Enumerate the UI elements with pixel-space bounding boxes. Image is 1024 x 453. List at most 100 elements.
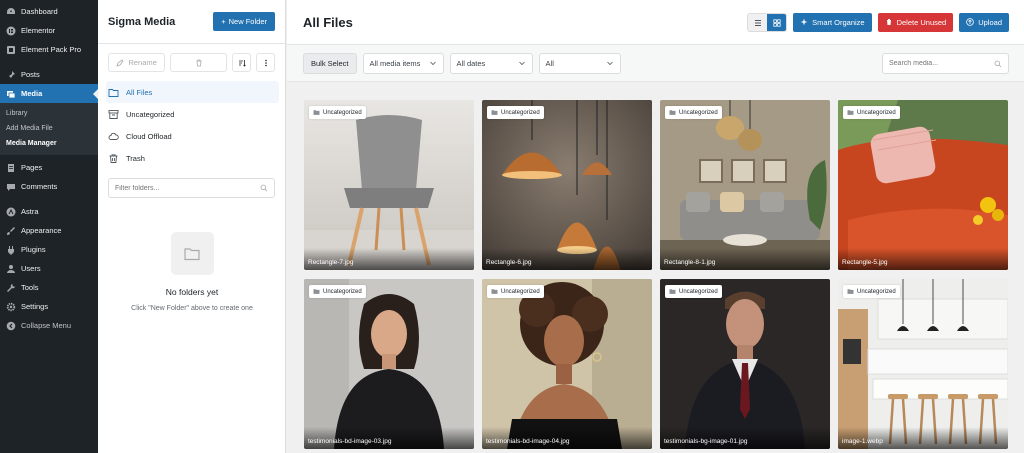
wp-menu-astra[interactable]: Astra — [0, 202, 98, 221]
wp-menu-pages[interactable]: Pages — [0, 158, 98, 177]
folder-item-all-files[interactable]: All Files — [106, 81, 279, 103]
category-badge-label: Uncategorized — [501, 109, 540, 116]
media-card[interactable]: Uncategorized testimonials-bg-image-01.j… — [660, 279, 830, 449]
file-name: Rectangle-7.jpg — [304, 248, 474, 270]
settings-icon — [6, 302, 16, 312]
dashboard-icon — [6, 7, 16, 17]
media-card[interactable]: Uncategorized Rectangle-6.jpg — [482, 100, 652, 270]
view-toggle — [747, 12, 788, 32]
submenu-media-manager[interactable]: Media Manager — [0, 136, 98, 151]
wp-menu-media[interactable]: Media — [0, 84, 98, 103]
sparkle-icon — [800, 18, 808, 26]
media-thumbnail — [838, 279, 1008, 449]
pages-icon — [6, 163, 16, 173]
submenu-add-media-file[interactable]: Add Media File — [0, 121, 98, 136]
folder-icon — [491, 289, 498, 294]
category-badge-label: Uncategorized — [857, 109, 896, 116]
category-badge: Uncategorized — [309, 106, 366, 119]
category-badge: Uncategorized — [487, 285, 544, 298]
wp-menu-label: Elementor — [21, 26, 56, 35]
folder-item-uncategorized[interactable]: Uncategorized — [106, 103, 279, 125]
delete-unused-button[interactable]: Delete Unused — [877, 12, 954, 32]
more-options-button[interactable] — [256, 53, 275, 72]
rename-button[interactable]: Rename — [108, 53, 166, 72]
wp-menu-label: Appearance — [21, 226, 62, 235]
category-badge: Uncategorized — [843, 106, 900, 119]
sort-icon — [238, 59, 246, 67]
wp-menu-settings[interactable]: Settings — [0, 297, 98, 316]
media-submenu: Library Add Media File Media Manager — [0, 103, 98, 155]
pencil-icon — [116, 58, 124, 67]
plugins-icon — [6, 245, 16, 255]
category-badge: Uncategorized — [665, 106, 722, 119]
page-title: All Files — [303, 14, 353, 30]
media-card[interactable]: Uncategorized Rectangle-5.jpg — [838, 100, 1008, 270]
upload-button[interactable]: Upload — [959, 12, 1009, 32]
trash-icon — [108, 153, 119, 164]
date-select[interactable]: All dates — [449, 52, 533, 74]
new-folder-button[interactable]: + New Folder — [213, 12, 275, 31]
smart-organize-button[interactable]: Smart Organize — [793, 12, 872, 32]
wp-menu-tools[interactable]: Tools — [0, 278, 98, 297]
category-badge-label: Uncategorized — [857, 288, 896, 295]
sort-folders-button[interactable] — [232, 53, 252, 72]
bulk-select-button[interactable]: Bulk Select — [303, 52, 357, 74]
wp-menu-collapse[interactable]: Collapse Menu — [0, 316, 98, 335]
category-badge: Uncategorized — [843, 285, 900, 298]
media-card[interactable]: Uncategorized testimonials-bd-image-04.j… — [482, 279, 652, 449]
wp-menu-appearance[interactable]: Appearance — [0, 221, 98, 240]
category-select[interactable]: All — [538, 52, 621, 74]
wp-menu-label: Users — [21, 264, 41, 273]
media-thumbnail — [482, 279, 652, 449]
file-name: testimonials-bd-image-03.jpg — [304, 427, 474, 449]
wp-menu-elementor[interactable]: Elementor — [0, 21, 98, 40]
trash-icon — [196, 59, 202, 66]
wp-menu-plugins[interactable]: Plugins — [0, 240, 98, 259]
delete-folder-button[interactable] — [170, 53, 228, 72]
wp-menu-comments[interactable]: Comments — [0, 177, 98, 196]
wp-menu-label: Dashboard — [21, 7, 58, 16]
submenu-library[interactable]: Library — [0, 106, 98, 121]
wp-menu-dashboard[interactable]: Dashboard — [0, 2, 98, 21]
media-card[interactable]: Uncategorized image-1.webp — [838, 279, 1008, 449]
elementor-icon — [6, 26, 16, 36]
folder-item-cloud-offload[interactable]: Cloud Offload — [106, 125, 279, 147]
folder-icon — [669, 110, 676, 115]
search-icon — [260, 184, 268, 192]
media-type-select[interactable]: All media items — [362, 52, 444, 74]
folder-icon — [669, 289, 676, 294]
file-name: Rectangle-5.jpg — [838, 248, 1008, 270]
cloud-icon — [108, 131, 119, 142]
filter-folders-input[interactable] — [115, 184, 245, 192]
search-media-input[interactable] — [889, 60, 989, 67]
grid-icon — [772, 19, 781, 27]
folder-label: Cloud Offload — [126, 131, 172, 141]
folder-icon — [108, 87, 119, 98]
empty-folders-state: No folders yet Click "New Folder" above … — [98, 232, 286, 312]
media-grid: Uncategorized Rectangle-7.jpg Uncategori… — [304, 100, 1010, 449]
file-name: Rectangle-6.jpg — [482, 248, 652, 270]
wp-menu-element-pack[interactable]: Element Pack Pro — [0, 40, 98, 59]
folder-icon — [313, 289, 320, 294]
more-vertical-icon — [264, 59, 267, 66]
media-icon — [6, 89, 16, 99]
folder-icon — [313, 110, 320, 115]
list-view-button[interactable] — [748, 13, 768, 31]
category-badge-label: Uncategorized — [323, 288, 362, 295]
search-icon — [994, 60, 1002, 67]
media-card[interactable]: Uncategorized Rectangle-7.jpg — [304, 100, 474, 270]
media-card[interactable]: Uncategorized Rectangle-8-1.jpg — [660, 100, 830, 270]
folder-item-trash[interactable]: Trash — [106, 147, 279, 169]
media-thumbnail — [838, 100, 1008, 270]
wp-menu-users[interactable]: Users — [0, 259, 98, 278]
media-thumbnail — [304, 100, 474, 270]
main-header: All Files Smart Organize Delete Unused U… — [287, 0, 1024, 45]
grid-view-button[interactable] — [767, 13, 787, 31]
folder-label: Trash — [126, 153, 145, 163]
media-card[interactable]: Uncategorized testimonials-bd-image-03.j… — [304, 279, 474, 449]
upload-icon — [966, 18, 975, 26]
wp-menu-posts[interactable]: Posts — [0, 65, 98, 84]
empty-state-title: No folders yet — [165, 287, 219, 297]
smart-organize-label: Smart Organize — [812, 17, 865, 27]
users-icon — [6, 264, 16, 274]
